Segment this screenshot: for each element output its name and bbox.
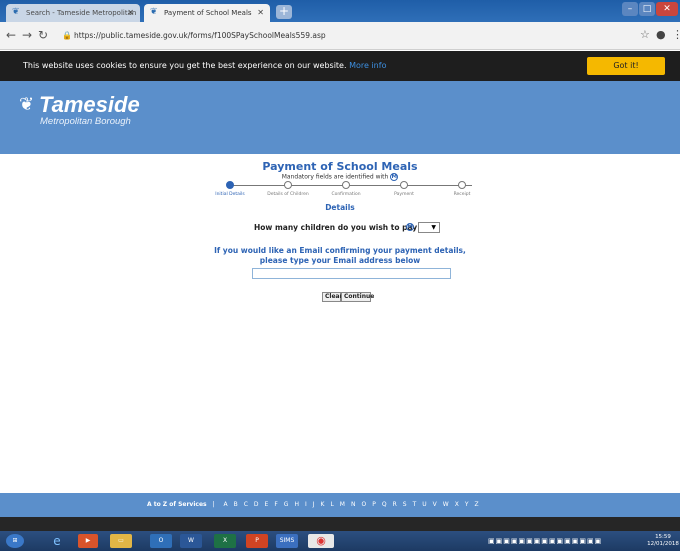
a-to-z-letter-link[interactable]: H [294, 501, 299, 508]
browser-menu-icon[interactable]: ⋮ [672, 28, 680, 41]
more-info-link[interactable]: More info [349, 61, 386, 70]
tab-label: Payment of School Meals [164, 9, 252, 17]
tameside-logo-icon[interactable]: ❦ [19, 96, 34, 114]
mandatory-icon: M [406, 223, 414, 231]
a-to-z-letter-link[interactable]: D [254, 501, 259, 508]
system-tray-icon[interactable]: ▣▣▣▣▣▣▣▣▣▣▣▣▣▣▣ [488, 534, 602, 548]
site-footer: A to Z of Services | ABCDEFGHIJKLMNOPQRS… [0, 493, 680, 517]
a-to-z-letter-link[interactable]: E [265, 501, 269, 508]
section-title: Details [325, 203, 355, 212]
a-to-z-letter-link[interactable]: P [372, 501, 376, 508]
step-label: Receipt [453, 192, 471, 197]
a-to-z-link[interactable]: A to Z of Services [147, 501, 207, 508]
taskbar-clock[interactable]: 15:59 12/01/2018 [646, 534, 680, 548]
step-dot-icon [400, 181, 408, 189]
new-tab-icon[interactable]: + [276, 5, 292, 19]
got-it-button[interactable]: Got it! [587, 57, 665, 75]
step-label: Payment [394, 192, 414, 197]
word-icon[interactable]: W [180, 534, 202, 548]
browser-tab-strip: ❦ Search - Tameside Metropolitan ... ✕ ❦… [0, 0, 680, 35]
chrome-icon[interactable]: ◉ [308, 534, 334, 548]
a-to-z-letter-link[interactable]: U [422, 501, 426, 508]
a-to-z-letter-link[interactable]: Z [474, 501, 478, 508]
a-to-z-letter-link[interactable]: B [234, 501, 238, 508]
a-to-z-letter-link[interactable]: G [284, 501, 289, 508]
page-title: Payment of School Meals [262, 160, 418, 173]
a-to-z-letter-link[interactable]: K [321, 501, 325, 508]
continue-button[interactable]: Continue [341, 292, 374, 302]
a-to-z-letter-link[interactable]: O [361, 501, 366, 508]
media-player-icon[interactable]: ▶ [78, 534, 98, 548]
browser-tab-payment[interactable]: ❦ Payment of School Meals ✕ [144, 4, 270, 22]
step-label: Confirmation [331, 192, 361, 197]
site-header: ❦ Tameside Metropolitan Borough [0, 81, 680, 154]
clear-button[interactable]: Clear [322, 292, 343, 302]
email-input[interactable] [252, 268, 451, 279]
step-label: Details of Children [267, 192, 309, 197]
cookie-banner: This website uses cookies to ensure you … [0, 51, 680, 81]
a-to-z-letter-link[interactable]: Y [465, 501, 469, 508]
a-to-z-letter-link[interactable]: T [413, 501, 417, 508]
internet-explorer-icon[interactable]: e [46, 534, 68, 548]
close-tab-icon[interactable]: ✕ [257, 4, 264, 22]
browser-tab-search[interactable]: ❦ Search - Tameside Metropolitan ... ✕ [6, 4, 140, 35]
progress-steps: Initial Details Details of Children Confir… [215, 180, 476, 202]
a-to-z-letter-link[interactable]: V [433, 501, 437, 508]
a-to-z-letter-link[interactable]: Q [382, 501, 387, 508]
cookie-message: This website uses cookies to ensure you … [23, 61, 387, 70]
forward-icon[interactable]: → [22, 28, 32, 42]
a-to-z-letter-link[interactable]: A [223, 501, 227, 508]
tameside-favicon-icon: ❦ [12, 7, 20, 17]
outlook-icon[interactable]: O [150, 534, 172, 548]
address-bar: ← → ↻ 🔒 https://public.tameside.gov.uk/f… [0, 22, 680, 50]
step-dot-icon [284, 181, 292, 189]
lock-icon[interactable]: 🔒 [62, 27, 72, 45]
step-dot-icon [342, 181, 350, 189]
powerpoint-icon[interactable]: P [246, 534, 268, 548]
taskbar: ⊞ e ▶ ▭ O W X P SIMS ◉ ▣▣▣▣▣▣▣▣▣▣▣▣▣▣▣ 1… [0, 531, 680, 551]
a-to-z-letter-link[interactable]: N [351, 501, 356, 508]
close-tab-icon[interactable]: ✕ [127, 4, 134, 22]
divider: | [212, 501, 215, 508]
a-to-z-letter-link[interactable]: C [244, 501, 248, 508]
tameside-favicon-icon: ❦ [150, 7, 158, 17]
start-button-icon[interactable]: ⊞ [6, 534, 24, 548]
a-to-z-letter-link[interactable]: J [313, 501, 315, 508]
step-label: Initial Details [215, 192, 245, 197]
progress-step: Details of Children [260, 180, 316, 197]
dropdown-arrow-icon: ▼ [431, 224, 436, 231]
close-window-icon[interactable]: ✕ [656, 2, 678, 16]
progress-step: Initial Details [202, 180, 258, 197]
a-to-z-letter-link[interactable]: R [393, 501, 397, 508]
children-count-select[interactable]: ▼ [418, 222, 440, 233]
a-to-z-letter-link[interactable]: M [340, 501, 345, 508]
email-prompt: If you would like an Email confirming yo… [214, 246, 466, 265]
reload-icon[interactable]: ↻ [38, 28, 48, 42]
excel-icon[interactable]: X [214, 534, 236, 548]
file-explorer-icon[interactable]: ▭ [110, 534, 132, 548]
maximize-icon[interactable]: □ [639, 2, 655, 16]
a-to-z-letter-link[interactable]: W [443, 501, 449, 508]
a-to-z-nav: A to Z of Services | ABCDEFGHIJKLMNOPQRS… [147, 493, 482, 517]
sims-icon[interactable]: SIMS [276, 534, 298, 548]
bookmark-star-icon[interactable]: ☆ [640, 28, 650, 41]
account-icon[interactable]: ● [656, 28, 666, 41]
url-input[interactable]: https://public.tameside.gov.uk/forms/f10… [74, 27, 326, 45]
back-icon[interactable]: ← [6, 28, 16, 42]
a-to-z-letter-link[interactable]: I [305, 501, 307, 508]
step-dot-icon [226, 181, 234, 189]
a-to-z-letter-link[interactable]: X [455, 501, 459, 508]
progress-step: Payment [376, 180, 432, 197]
logo-name[interactable]: Tameside [39, 93, 140, 117]
step-dot-icon [458, 181, 466, 189]
logo-subtitle: Metropolitan Borough [40, 116, 131, 127]
a-to-z-letter-link[interactable]: F [274, 501, 277, 508]
minimize-icon[interactable]: – [622, 2, 638, 16]
progress-step: Receipt [434, 180, 490, 197]
progress-step: Confirmation [318, 180, 374, 197]
a-to-z-letter-link[interactable]: L [330, 501, 333, 508]
a-to-z-letter-link[interactable]: S [403, 501, 407, 508]
footer-bottom-strip [0, 517, 680, 531]
